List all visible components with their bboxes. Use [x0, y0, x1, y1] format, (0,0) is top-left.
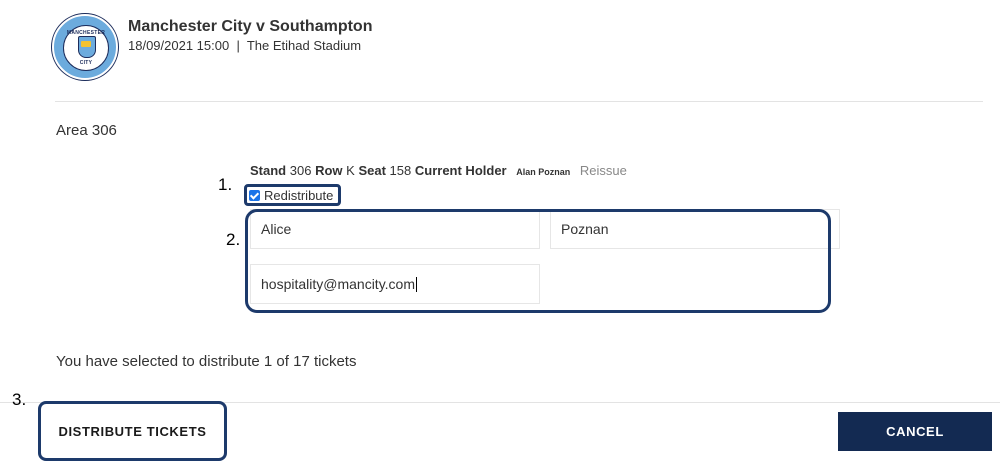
annotation-highlight-fields	[245, 209, 831, 313]
stand-value: 306	[289, 163, 312, 178]
row-value: K	[346, 163, 355, 178]
stand-label: Stand	[250, 163, 287, 178]
annotation-step-2: 2.	[226, 230, 241, 249]
match-title: Manchester City v Southampton	[128, 18, 373, 35]
crest-shield-icon	[78, 36, 96, 58]
seat-label: Seat	[358, 163, 386, 178]
reissue-link[interactable]: Reissue	[580, 163, 627, 178]
match-details: 18/09/2021 15:00 | The Etihad Stadium	[128, 38, 361, 53]
crest-text-bottom: CITY	[79, 60, 93, 66]
holder-value: Alan Poznan	[516, 167, 571, 177]
distribution-summary: You have selected to distribute 1 of 17 …	[56, 353, 357, 370]
match-datetime: 18/09/2021 15:00	[128, 38, 230, 53]
redistribute-label: Redistribute	[264, 188, 334, 203]
row-label: Row	[315, 163, 343, 178]
cancel-button[interactable]: CANCEL	[838, 412, 992, 451]
redistribute-checkbox[interactable]	[249, 190, 260, 201]
seat-value: 158	[389, 163, 412, 178]
area-label: Area 306	[56, 122, 117, 139]
crest-ship-icon	[81, 41, 91, 47]
seat-info: Stand 306 Row K Seat 158 Current Holder …	[250, 163, 627, 178]
crest-inner: MANCHESTER CITY	[63, 25, 109, 71]
annotation-step-3: 3.	[12, 390, 27, 409]
distribute-tickets-button[interactable]: DISTRIBUTE TICKETS	[38, 401, 227, 461]
header-divider	[55, 101, 983, 102]
match-venue: The Etihad Stadium	[246, 38, 362, 53]
holder-label: Current Holder	[414, 163, 507, 178]
match-separator: |	[236, 38, 240, 53]
redistribute-checkbox-row[interactable]: Redistribute	[249, 188, 333, 203]
annotation-step-1: 1.	[218, 175, 233, 194]
club-crest-logo: MANCHESTER CITY	[52, 14, 118, 80]
